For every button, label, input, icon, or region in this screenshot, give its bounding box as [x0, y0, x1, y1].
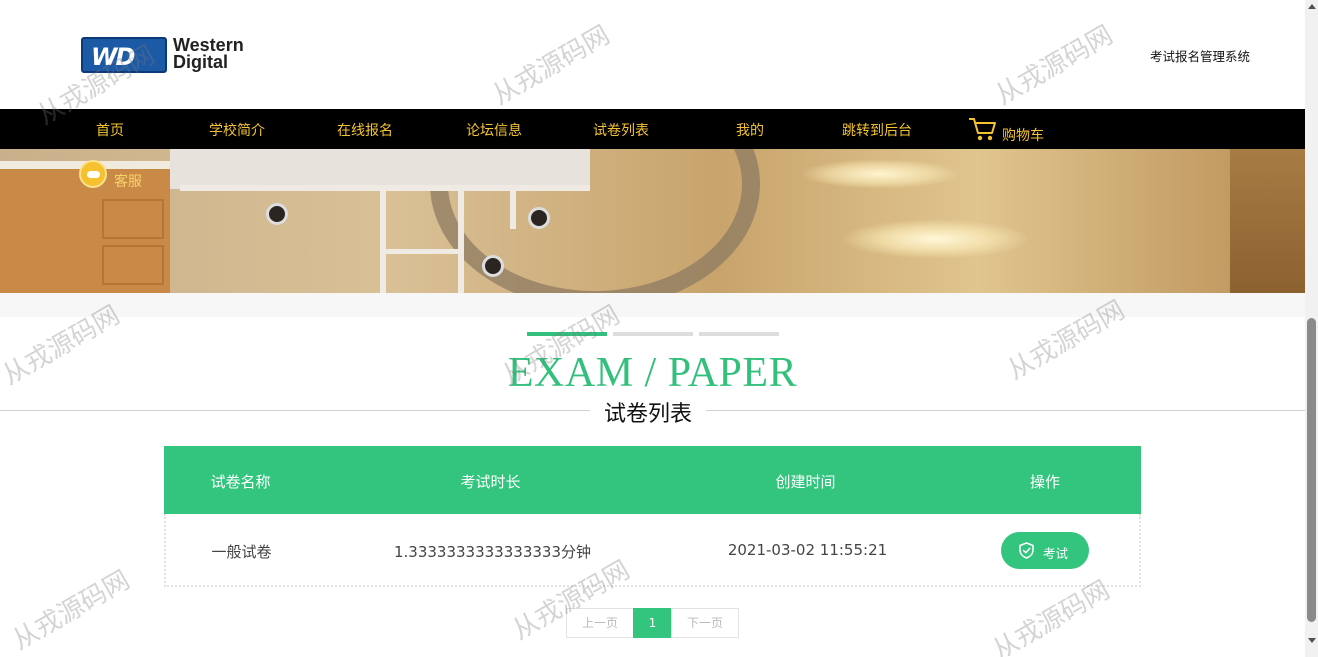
cell-paper-name: 一般试卷	[211, 543, 272, 561]
scroll-up-arrow-icon[interactable]	[1308, 4, 1316, 9]
page: WD Western Digital 考试报名管理系统 首页 学校简介 在线报名…	[0, 0, 1305, 657]
logo[interactable]: WD Western Digital	[81, 36, 271, 75]
banner-image	[0, 149, 1305, 293]
logo-line2: Digital	[173, 52, 229, 72]
banner-light-spot	[800, 159, 960, 189]
nav-item-online-registration[interactable]: 在线报名	[337, 120, 393, 140]
shopping-cart-icon[interactable]	[968, 116, 998, 142]
column-header-duration: 考试时长	[460, 473, 521, 491]
banner-bed-rail	[458, 189, 464, 293]
take-exam-label: 考试	[1043, 546, 1069, 561]
logo-text: Western Digital	[173, 36, 244, 72]
nav-item-forum[interactable]: 论坛信息	[466, 120, 522, 140]
logo-badge-text: WD	[91, 43, 135, 71]
site-title: 考试报名管理系统	[1150, 49, 1251, 64]
banner-bed-rail	[510, 189, 516, 229]
banner-bed-rail	[380, 189, 386, 293]
banner-wheel	[482, 255, 504, 277]
section-title-en: EXAM / PAPER	[507, 350, 798, 396]
indicator-bar	[699, 332, 779, 336]
column-header-action: 操作	[1029, 473, 1060, 491]
customer-service-label: 客服	[114, 174, 142, 190]
page-number-current[interactable]: 1	[633, 608, 672, 638]
header: WD Western Digital 考试报名管理系统	[0, 0, 1305, 109]
watermark: 从戎源码网	[7, 565, 136, 657]
cell-duration: 1.3333333333333333分钟	[393, 543, 591, 561]
nav-item-paper-list[interactable]: 试卷列表	[593, 120, 649, 140]
banner-wheel	[528, 207, 550, 229]
nav-item-home[interactable]: 首页	[96, 120, 124, 140]
nav-item-admin[interactable]: 跳转到后台	[842, 120, 912, 140]
prev-page-button[interactable]: 上一页	[566, 608, 634, 638]
banner-wheel	[266, 203, 288, 225]
banner-light-spot	[840, 219, 1030, 259]
vertical-scrollbar[interactable]	[1305, 0, 1318, 657]
indicator-bar	[613, 332, 693, 336]
banner-wall	[1230, 149, 1305, 293]
indicator-bar-active	[527, 332, 607, 336]
banner-bed-rail	[380, 249, 464, 254]
logo-badge: WD	[81, 37, 167, 73]
column-header-name: 试卷名称	[210, 473, 271, 491]
cell-created-time: 2021-03-02 11:55:21	[727, 541, 888, 559]
section-title-cn: 试卷列表	[590, 396, 707, 428]
next-page-button[interactable]: 下一页	[671, 608, 739, 638]
table-header: 试卷名称 考试时长 创建时间 操作	[164, 446, 1141, 514]
table-row: 一般试卷 1.3333333333333333分钟 2021-03-02 11:…	[164, 514, 1141, 587]
shield-check-icon	[1019, 542, 1034, 559]
nav-item-cart[interactable]: 购物车	[1002, 125, 1044, 145]
nav-item-school-intro[interactable]: 学校简介	[209, 120, 265, 140]
nav-item-mine[interactable]: 我的	[736, 120, 764, 140]
banner-bed	[170, 149, 590, 189]
main-nav: 首页 学校简介 在线报名 论坛信息 试卷列表 我的 跳转到后台 购物车	[0, 109, 1305, 149]
scrollbar-thumb[interactable]	[1307, 318, 1316, 622]
customer-service-icon	[79, 160, 107, 188]
banner-bottom-strip	[0, 293, 1305, 317]
take-exam-button[interactable]: 考试	[1001, 532, 1089, 569]
column-header-created: 创建时间	[775, 473, 836, 491]
scroll-down-arrow-icon[interactable]	[1308, 638, 1316, 643]
